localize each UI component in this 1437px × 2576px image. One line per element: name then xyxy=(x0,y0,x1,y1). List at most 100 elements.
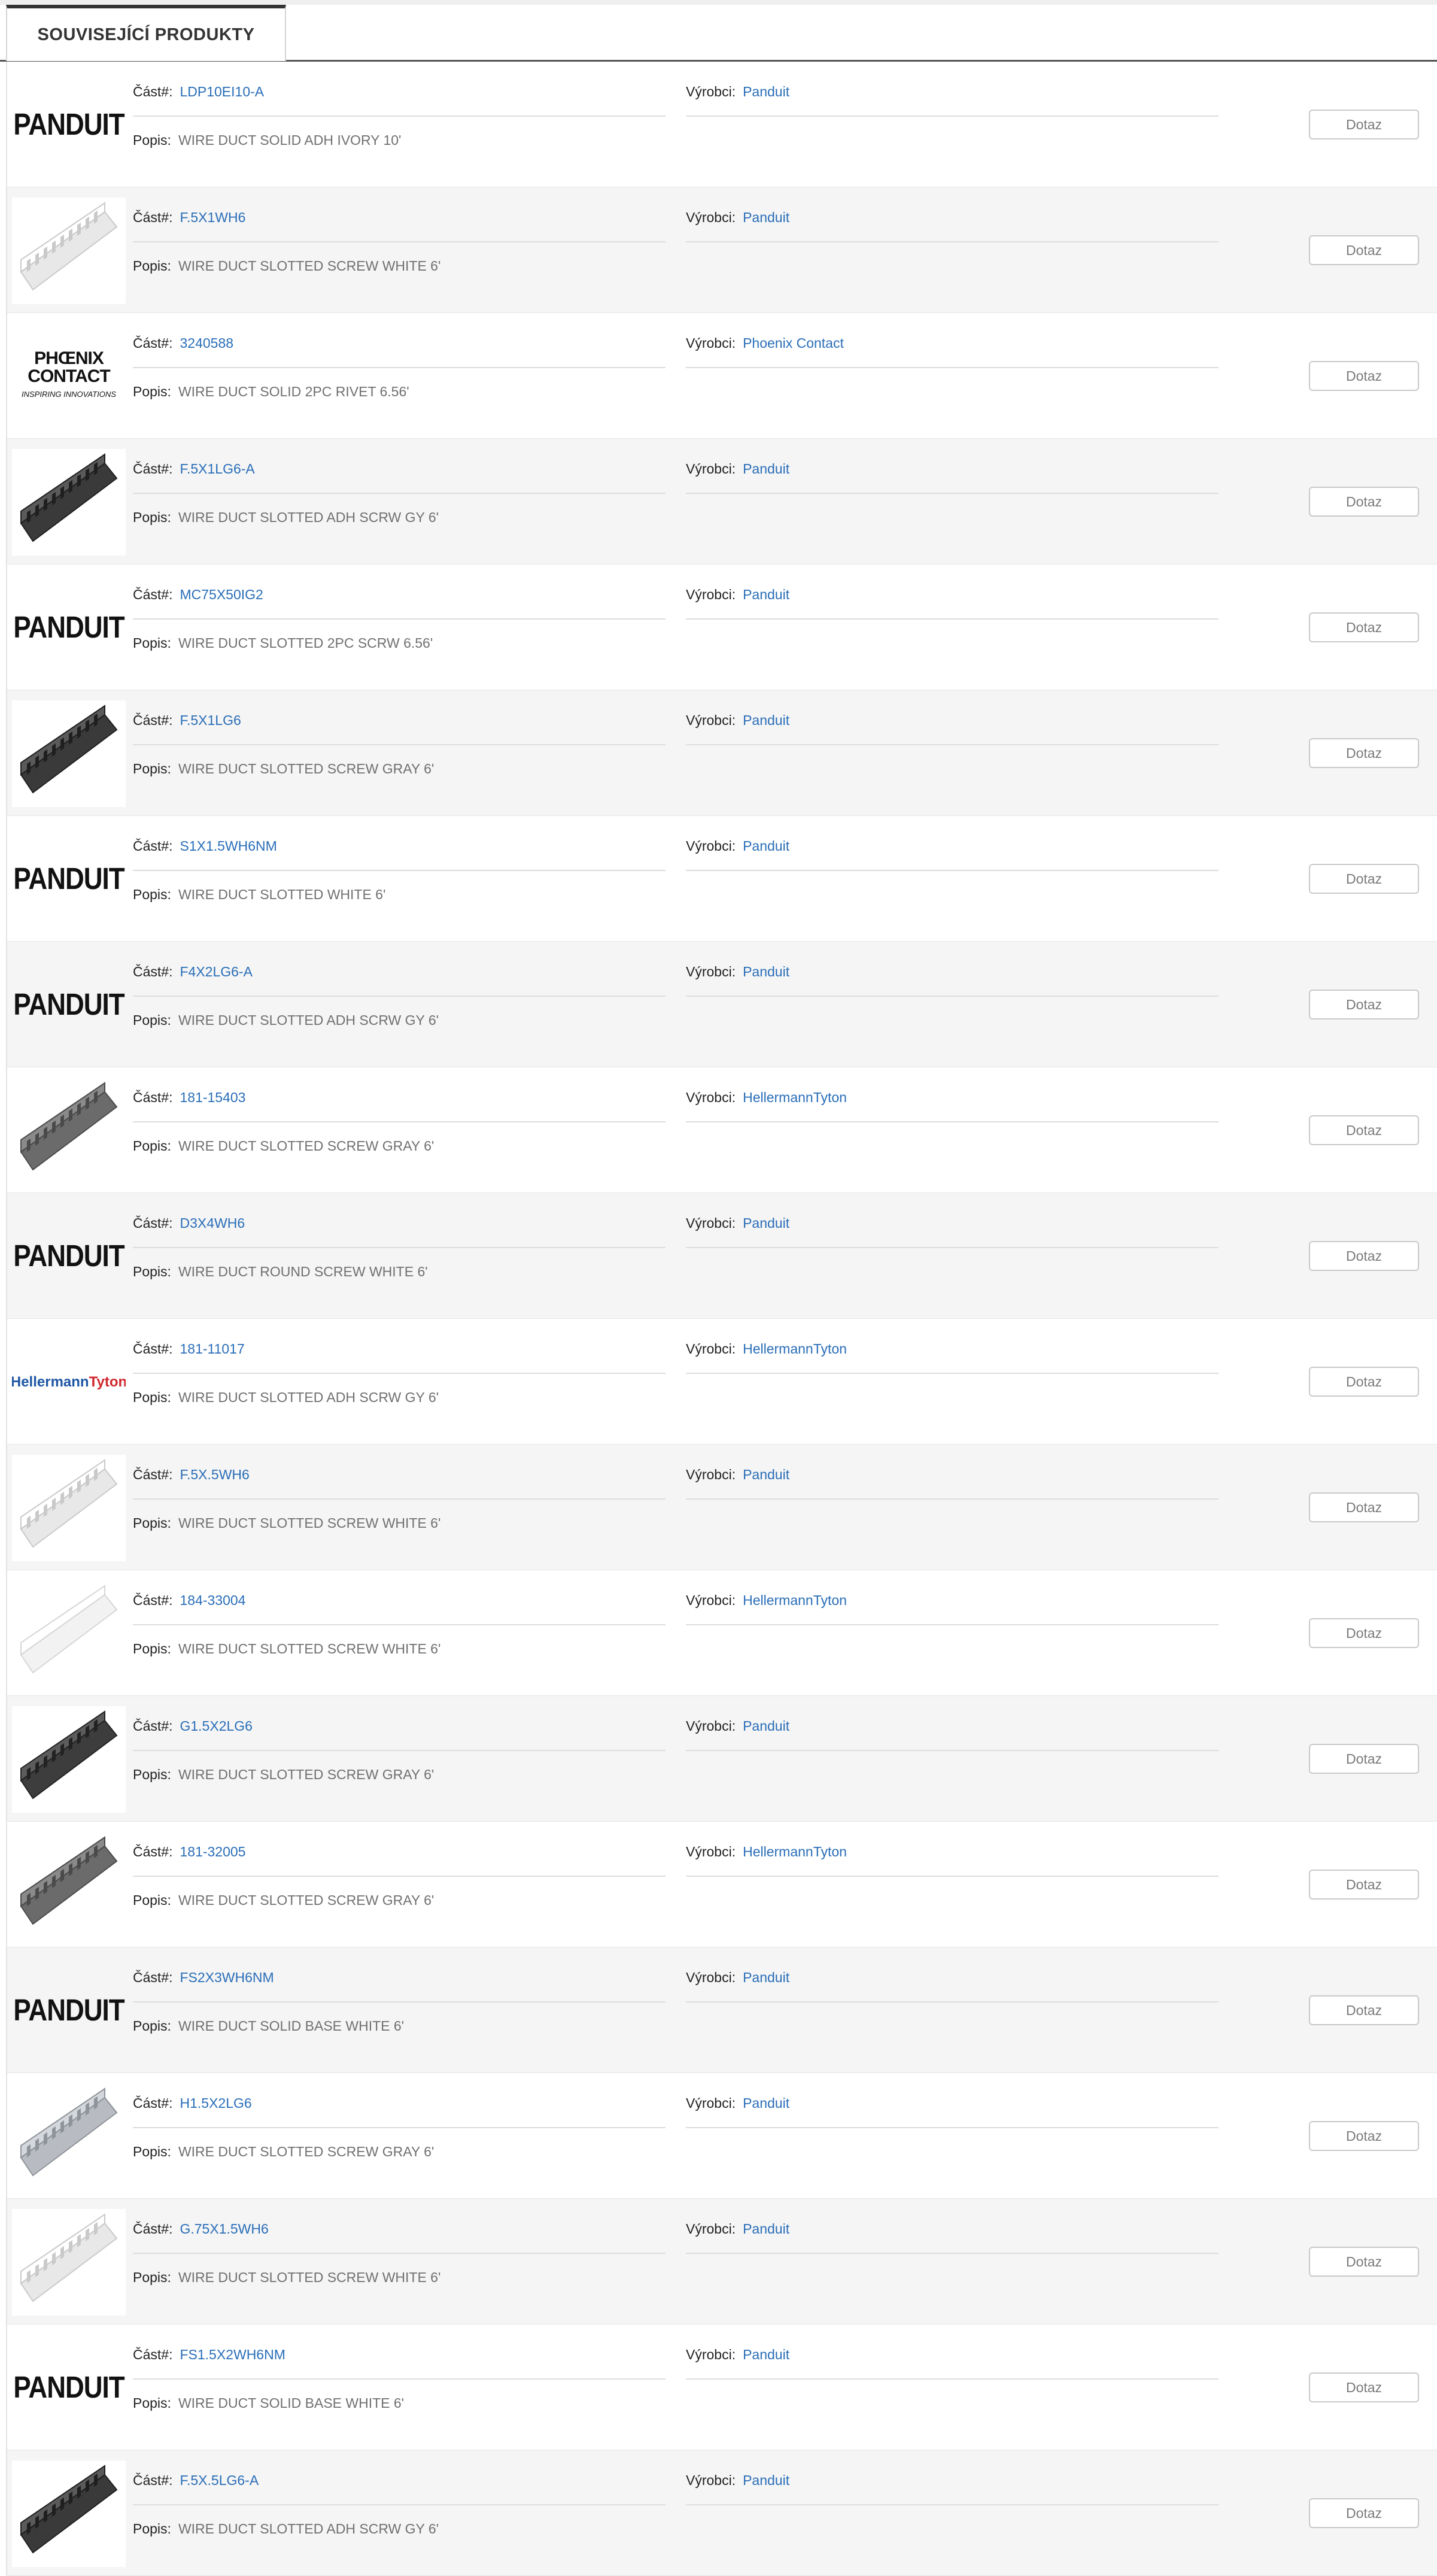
part-number-link[interactable]: D3X4WH6 xyxy=(180,1215,245,1231)
wire-duct-product-image[interactable] xyxy=(12,449,126,556)
wire-duct-product-image[interactable] xyxy=(12,1580,126,1687)
inquiry-button[interactable]: Dotaz xyxy=(1309,110,1419,139)
panduit-logo[interactable]: PANDUIT xyxy=(12,575,126,681)
part-number-link[interactable]: H1.5X2LG6 xyxy=(180,2095,251,2111)
inquiry-button[interactable]: Dotaz xyxy=(1309,1744,1419,1774)
manufacturer-link[interactable]: Panduit xyxy=(743,838,789,854)
inquiry-button[interactable]: Dotaz xyxy=(1309,2372,1419,2402)
part-number-field: Část#: F.5X1WH6 xyxy=(133,210,666,242)
part-number-link[interactable]: 184-33004 xyxy=(180,1592,245,1608)
manufacturer-link[interactable]: Panduit xyxy=(743,587,789,602)
inquiry-button[interactable]: Dotaz xyxy=(1309,1870,1419,1900)
panduit-logo[interactable]: PANDUIT xyxy=(12,826,126,933)
manufacturer-link[interactable]: Panduit xyxy=(743,1215,789,1231)
manufacturer-link[interactable]: Panduit xyxy=(743,461,789,477)
part-number-link[interactable]: F.5X.5LG6-A xyxy=(180,2472,259,2488)
part-number-link[interactable]: FS1.5X2WH6NM xyxy=(180,2347,285,2362)
part-number-link[interactable]: LDP10EI10-A xyxy=(180,84,264,99)
wire-duct-product-image[interactable] xyxy=(12,2460,126,2567)
manufacturer-link[interactable]: Panduit xyxy=(743,1718,789,1734)
part-number-link[interactable]: 181-11017 xyxy=(180,1341,244,1357)
manufacturer-link[interactable]: Panduit xyxy=(743,1467,789,1482)
wire-duct-product-image[interactable] xyxy=(12,2209,126,2316)
description-field: Popis: WIRE DUCT SOLID 2PC RIVET 6.56' xyxy=(133,384,409,400)
product-row: HellermannTyton Část#: 181-11017 Výrobci: He… xyxy=(7,1319,1437,1445)
part-number-link[interactable]: F.5X.5WH6 xyxy=(180,1467,249,1482)
description-label: Popis: xyxy=(133,509,171,525)
inquiry-button[interactable]: Dotaz xyxy=(1309,487,1419,517)
inquiry-button[interactable]: Dotaz xyxy=(1309,990,1419,1020)
part-number-link[interactable]: G.75X1.5WH6 xyxy=(180,2221,268,2237)
wire-duct-product-image[interactable] xyxy=(12,2083,126,2190)
part-number-link[interactable]: F4X2LG6-A xyxy=(180,964,252,979)
brand-text: PANDUIT xyxy=(13,1239,124,1273)
inquiry-button[interactable]: Dotaz xyxy=(1309,1995,1419,2025)
manufacturer-link[interactable]: Panduit xyxy=(743,2472,789,2488)
part-label: Část#: xyxy=(133,335,173,351)
description-label: Popis: xyxy=(133,258,171,274)
wire-duct-product-image[interactable] xyxy=(12,1832,126,1938)
part-number-link[interactable]: 181-32005 xyxy=(180,1844,245,1859)
phoenix-contact-logo[interactable]: PHŒNIX CONTACT INSPIRING INNOVATIONS xyxy=(12,323,126,430)
inquiry-button[interactable]: Dotaz xyxy=(1309,1241,1419,1271)
inquiry-button[interactable]: Dotaz xyxy=(1309,235,1419,265)
inquiry-button[interactable]: Dotaz xyxy=(1309,864,1419,894)
part-number-link[interactable]: FS2X3WH6NM xyxy=(180,1970,274,1985)
manufacturer-link[interactable]: HellermannTyton xyxy=(743,1844,847,1859)
brand-text: PANDUIT xyxy=(13,1994,124,2028)
wire-duct-product-image[interactable] xyxy=(12,700,126,807)
manufacturer-link[interactable]: Panduit xyxy=(743,1970,789,1985)
part-number-field: Část#: 181-32005 xyxy=(133,1844,666,1877)
description-field: Popis: WIRE DUCT SLOTTED 2PC SCRW 6.56' xyxy=(133,635,433,651)
inquiry-button[interactable]: Dotaz xyxy=(1309,612,1419,642)
panduit-logo[interactable]: PANDUIT xyxy=(12,1203,126,1310)
manufacturer-link[interactable]: Panduit xyxy=(743,2095,789,2111)
inquiry-button[interactable]: Dotaz xyxy=(1309,2498,1419,2528)
part-number-link[interactable]: MC75X50IG2 xyxy=(180,587,263,602)
inquiry-button[interactable]: Dotaz xyxy=(1309,361,1419,391)
manufacturer-link[interactable]: Panduit xyxy=(743,964,789,979)
panduit-logo[interactable]: PANDUIT xyxy=(12,72,126,178)
part-label: Část#: xyxy=(133,587,173,602)
part-number-link[interactable]: G1.5X2LG6 xyxy=(180,1718,252,1734)
part-number-link[interactable]: F.5X1LG6-A xyxy=(180,461,254,477)
part-number-link[interactable]: F.5X1LG6 xyxy=(180,712,241,728)
description-label: Popis: xyxy=(133,1264,171,1279)
description-text: WIRE DUCT SLOTTED 2PC SCRW 6.56' xyxy=(178,635,433,651)
manufacturer-link[interactable]: HellermannTyton xyxy=(743,1090,847,1105)
description-label: Popis: xyxy=(133,1389,171,1405)
part-number-link[interactable]: 3240588 xyxy=(180,335,233,351)
tab-related-products[interactable]: SOUVISEJÍCÍ PRODUKTY xyxy=(6,5,286,61)
part-number-link[interactable]: 181-15403 xyxy=(180,1090,245,1105)
hellermanntyton-logo[interactable]: HellermannTyton xyxy=(12,1329,126,1436)
manufacturer-link[interactable]: Panduit xyxy=(743,210,789,225)
manufacturer-link[interactable]: HellermannTyton xyxy=(743,1341,847,1357)
part-number-link[interactable]: S1X1.5WH6NM xyxy=(180,838,277,854)
inquiry-button[interactable]: Dotaz xyxy=(1309,738,1419,768)
inquiry-button[interactable]: Dotaz xyxy=(1309,1367,1419,1397)
panduit-logo[interactable]: PANDUIT xyxy=(12,2335,126,2441)
manufacturer-link[interactable]: Panduit xyxy=(743,84,789,99)
wire-duct-product-image[interactable] xyxy=(12,1455,126,1561)
part-number-link[interactable]: F.5X1WH6 xyxy=(180,210,245,225)
part-label: Část#: xyxy=(133,964,173,979)
panduit-logo[interactable]: PANDUIT xyxy=(12,952,126,1058)
wire-duct-product-image[interactable] xyxy=(12,1706,126,1813)
wire-duct-graphic xyxy=(20,2465,118,2554)
inquiry-button[interactable]: Dotaz xyxy=(1309,1115,1419,1145)
manufacturer-link[interactable]: Phoenix Contact xyxy=(743,335,844,351)
product-row: Část#: G1.5X2LG6 Výrobci: Panduit Popis: WIRE… xyxy=(7,1696,1437,1822)
panduit-logo[interactable]: PANDUIT xyxy=(12,1958,126,2064)
manufacturer-link[interactable]: HellermannTyton xyxy=(743,1592,847,1608)
manufacturer-link[interactable]: Panduit xyxy=(743,2347,789,2362)
manufacturer-link[interactable]: Panduit xyxy=(743,712,789,728)
description-label: Popis: xyxy=(133,1767,171,1782)
inquiry-button[interactable]: Dotaz xyxy=(1309,2121,1419,2151)
wire-duct-product-image[interactable] xyxy=(12,198,126,304)
inquiry-button[interactable]: Dotaz xyxy=(1309,1618,1419,1648)
manufacturer-link[interactable]: Panduit xyxy=(743,2221,789,2237)
wire-duct-product-image[interactable] xyxy=(12,1078,126,1184)
inquiry-button[interactable]: Dotaz xyxy=(1309,1492,1419,1522)
inquiry-button[interactable]: Dotaz xyxy=(1309,2247,1419,2277)
description-label: Popis: xyxy=(133,887,171,902)
